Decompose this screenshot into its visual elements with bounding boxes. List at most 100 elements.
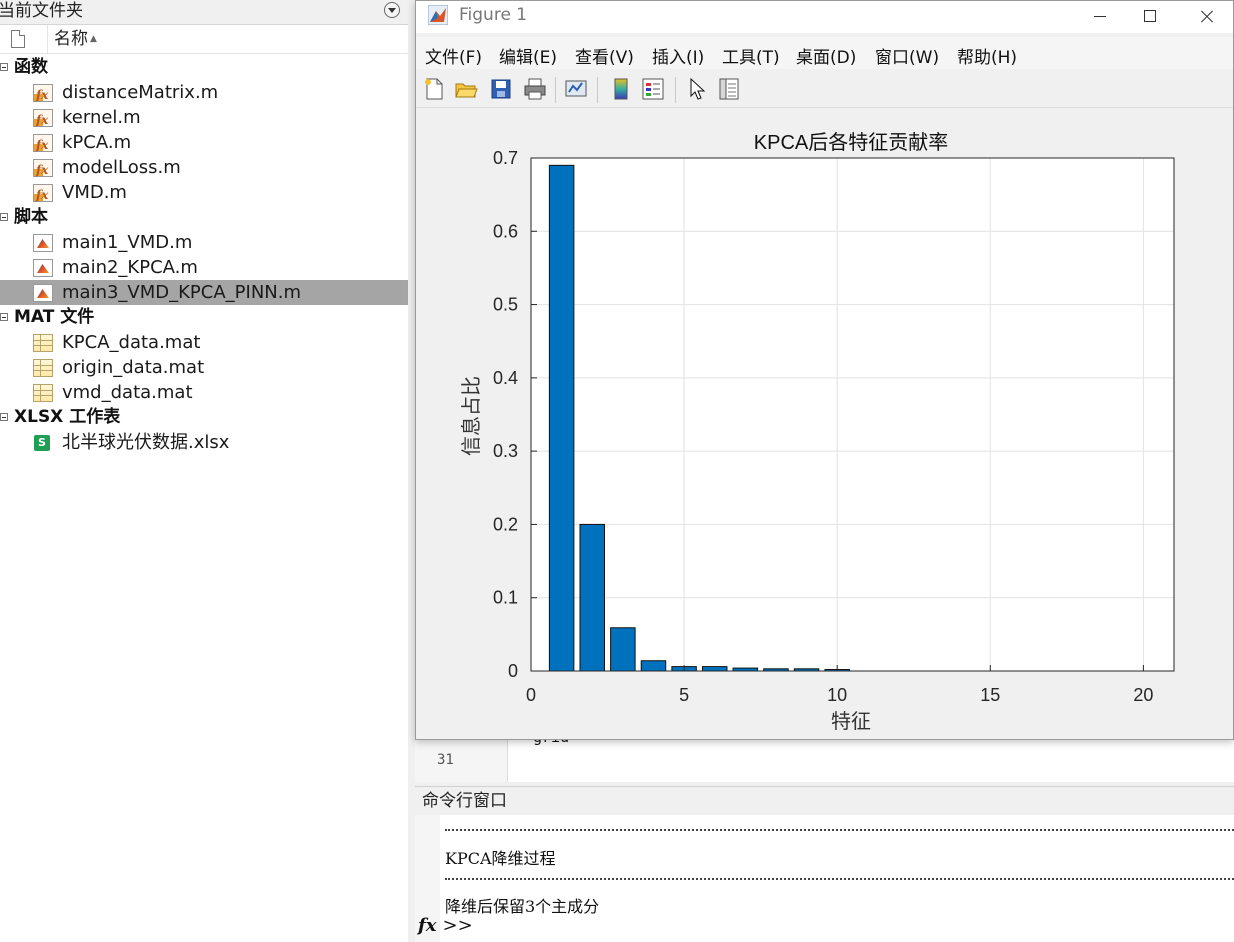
group-xlsx[interactable]: XLSX 工作表 <box>0 405 408 430</box>
toolbar-separator <box>675 77 676 103</box>
x-tick-label: 20 <box>1133 685 1153 705</box>
command-window-title: 命令行窗口 <box>422 791 507 811</box>
menu-tools[interactable]: 工具(T) <box>722 43 780 68</box>
y-tick-label: 0.2 <box>493 514 518 534</box>
panel-menu-icon[interactable] <box>384 2 400 18</box>
spreadsheet-file-icon: S <box>34 435 50 451</box>
file-item[interactable]: fx kPCA.m <box>0 130 408 155</box>
file-name: origin_data.mat <box>62 357 205 378</box>
collapse-toggle-icon[interactable] <box>0 413 8 421</box>
open-icon[interactable] <box>454 77 478 101</box>
mat-file-icon <box>33 334 53 352</box>
mat-file-icon <box>33 359 53 377</box>
collapse-toggle-icon[interactable] <box>0 63 8 71</box>
file-name: distanceMatrix.m <box>62 82 219 103</box>
file-item[interactable]: fx kernel.m <box>0 105 408 130</box>
grid-lines <box>531 158 1174 671</box>
file-item[interactable]: origin_data.mat <box>0 355 408 380</box>
y-tick-label: 0 <box>508 661 518 681</box>
command-window[interactable]: KPCA降维过程 降维后保留3个主成分 fx >> <box>415 815 1234 942</box>
y-tick-label: 0.1 <box>493 588 518 608</box>
menu-file[interactable]: 文件(F) <box>425 43 482 68</box>
y-tick-label: 0.6 <box>493 221 518 241</box>
separator <box>445 829 1234 831</box>
close-button[interactable] <box>1183 1 1229 33</box>
file-name: main2_KPCA.m <box>62 257 198 278</box>
menu-window[interactable]: 窗口(W) <box>875 43 939 68</box>
output-line: KPCA降维过程 <box>445 849 556 868</box>
current-folder-title: 当前文件夹 <box>0 1 83 21</box>
colorbar-icon[interactable] <box>609 77 633 101</box>
file-item[interactable]: main2_KPCA.m <box>0 255 408 280</box>
figure-title: Figure 1 <box>459 5 528 25</box>
figure-canvas[interactable]: 0 5 10 15 20 0 0.1 0.2 0.3 0.4 0.5 0.6 0.7 KPCA后各特征贡… <box>416 108 1233 739</box>
file-name: modelLoss.m <box>62 157 181 178</box>
x-tick-label: 0 <box>526 685 536 705</box>
y-tick-label: 0.3 <box>493 441 518 461</box>
file-name: vmd_data.mat <box>62 382 193 403</box>
file-item-selected[interactable]: main3_VMD_KPCA_PINN.m <box>0 280 408 305</box>
file-item[interactable]: fx modelLoss.m <box>0 155 408 180</box>
bar[interactable] <box>640 660 667 672</box>
group-label: XLSX 工作表 <box>14 407 121 427</box>
group-mat-files[interactable]: MAT 文件 <box>0 305 408 330</box>
file-item[interactable]: main1_VMD.m <box>0 230 408 255</box>
file-item[interactable]: fx distanceMatrix.m <box>0 80 408 105</box>
bar[interactable] <box>548 164 575 672</box>
file-item[interactable]: fx VMD.m <box>0 180 408 205</box>
current-folder-panel: 当前文件夹 名称 ▲ 函数 fx distanceMatrix.m fx kernel… <box>0 0 408 942</box>
menu-edit[interactable]: 编辑(E) <box>499 43 557 68</box>
new-figure-icon[interactable] <box>422 77 446 101</box>
save-icon[interactable] <box>489 77 513 101</box>
pointer-icon[interactable] <box>685 77 709 101</box>
file-list-header: 名称 ▲ <box>0 25 408 54</box>
panel-splitter[interactable] <box>408 0 415 942</box>
function-browser-icon[interactable]: fx <box>418 915 436 936</box>
mat-file-icon <box>33 384 53 402</box>
minimize-button[interactable] <box>1077 1 1123 33</box>
collapse-toggle-icon[interactable] <box>0 313 8 321</box>
sort-ascending-icon: ▲ <box>90 34 97 44</box>
legend-icon[interactable] <box>641 77 665 101</box>
figure-toolbar <box>416 71 1233 108</box>
menu-insert[interactable]: 插入(I) <box>652 43 704 68</box>
bar[interactable] <box>579 523 605 672</box>
command-prompt[interactable]: fx >> <box>418 915 473 936</box>
menu-help[interactable]: 帮助(H) <box>957 43 1017 68</box>
maximize-button[interactable] <box>1127 1 1173 33</box>
function-file-icon: fx <box>33 184 53 202</box>
x-tick-label: 5 <box>679 685 689 705</box>
collapse-toggle-icon[interactable] <box>0 213 8 221</box>
file-item[interactable]: vmd_data.mat <box>0 380 408 405</box>
group-scripts[interactable]: 脚本 <box>0 205 408 230</box>
group-functions[interactable]: 函数 <box>0 55 408 80</box>
name-column-header[interactable]: 名称 ▲ <box>47 25 97 53</box>
y-axis-label: 信息占比 <box>460 376 483 456</box>
x-axis-label: 特征 <box>831 710 871 733</box>
bar[interactable] <box>701 666 728 672</box>
plot-area <box>531 158 1174 671</box>
figure-titlebar[interactable]: Figure 1 <box>416 1 1233 33</box>
bar[interactable] <box>610 627 636 672</box>
file-name: kernel.m <box>62 107 141 128</box>
file-type-column-icon[interactable] <box>11 30 25 48</box>
menu-desktop[interactable]: 桌面(D) <box>796 43 856 68</box>
menu-view[interactable]: 查看(V) <box>575 43 634 68</box>
current-folder-titlebar: 当前文件夹 <box>0 0 408 25</box>
prompt-symbol: >> <box>442 915 473 936</box>
link-plot-icon[interactable] <box>564 77 588 101</box>
bar-chart[interactable]: 0 5 10 15 20 0 0.1 0.2 0.3 0.4 0.5 0.6 0.7 KPCA后各特征贡… <box>416 108 1233 739</box>
file-name: kPCA.m <box>62 132 132 153</box>
property-inspector-icon[interactable] <box>717 77 741 101</box>
chart-title: KPCA后各特征贡献率 <box>754 131 948 154</box>
file-item[interactable]: KPCA_data.mat <box>0 330 408 355</box>
function-file-icon: fx <box>33 134 53 152</box>
figure-menubar: 文件(F) 编辑(E) 查看(V) 插入(I) 工具(T) 桌面(D) 窗口(W… <box>416 37 1233 69</box>
file-item[interactable]: S 北半球光伏数据.xlsx <box>0 430 408 455</box>
y-tick-label: 0.7 <box>493 148 518 168</box>
print-icon[interactable] <box>523 77 547 101</box>
name-column-label: 名称 <box>54 29 88 49</box>
file-name: main3_VMD_KPCA_PINN.m <box>62 282 302 303</box>
y-tick-label: 0.5 <box>493 295 518 315</box>
function-file-icon: fx <box>33 84 53 102</box>
